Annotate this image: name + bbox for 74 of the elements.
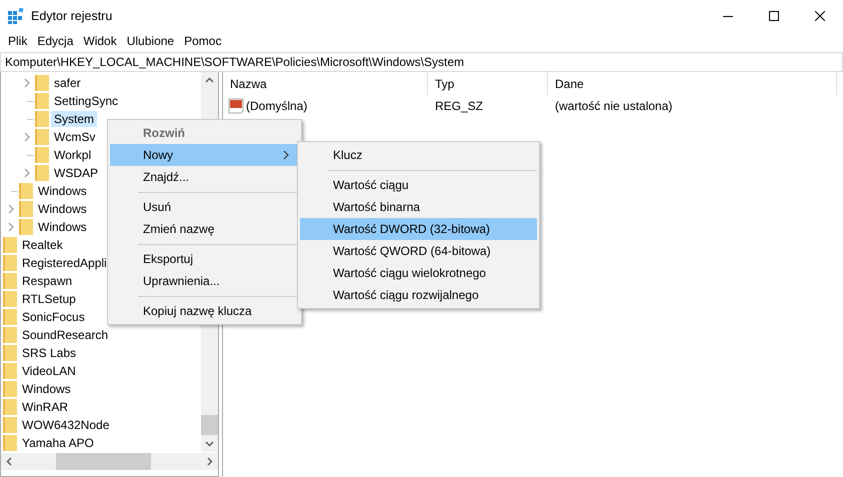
tree-item[interactable]: RTLSetup: [19, 291, 79, 307]
tree-item[interactable]: Windows: [35, 183, 90, 199]
folder-icon: [3, 273, 17, 289]
menu-item[interactable]: Wartość ciągu wielokrotnego: [300, 262, 537, 284]
tree-item[interactable]: Windows: [35, 201, 90, 217]
folder-icon: [19, 219, 33, 235]
folder-icon: [3, 327, 17, 343]
tree-item[interactable]: SonicFocus: [19, 309, 88, 325]
tree-item[interactable]: Respawn: [19, 273, 76, 289]
tree-item[interactable]: SRS Labs: [19, 345, 80, 361]
menu-item[interactable]: Wartość binarna: [300, 196, 537, 218]
menu-item[interactable]: Plik: [3, 34, 32, 48]
menu-item[interactable]: Ulubione: [122, 34, 180, 48]
scrollbar-thumb[interactable]: [201, 415, 218, 435]
menu-item[interactable]: Wartość QWORD (64-bitowa): [300, 240, 537, 262]
tree-item[interactable]: RegisteredAppli: [19, 255, 110, 271]
menu-item[interactable]: Uprawnienia...: [110, 270, 299, 292]
menu-item[interactable]: Wartość DWORD (32-bitowa): [300, 218, 537, 240]
folder-icon: [3, 237, 17, 253]
window-title: Edytor rejestru: [31, 8, 112, 22]
column-header[interactable]: Typ: [428, 72, 548, 96]
table-cell-text: REG_SZ: [434, 99, 484, 113]
tree-item[interactable]: Workpl: [51, 147, 94, 163]
tree-item[interactable]: safer: [51, 75, 84, 91]
tree-item[interactable]: SettingSync: [51, 93, 122, 109]
registry-icon: [8, 8, 24, 24]
scrollbar-thumb[interactable]: [56, 453, 151, 470]
folder-icon: [3, 309, 17, 325]
menu-item[interactable]: Kopiuj nazwę klucza: [110, 300, 299, 322]
folder-icon: [3, 255, 17, 271]
folder-icon: [35, 165, 49, 181]
close-icon[interactable]: [815, 10, 825, 20]
table-cell: (Domyślna): [246, 99, 308, 113]
folder-icon: [35, 147, 49, 163]
menu-item[interactable]: Widok: [78, 34, 122, 48]
table-cell-text: (wartość nie ustalona): [554, 99, 674, 113]
tree-item[interactable]: VideoLAN: [19, 363, 79, 379]
menu-item[interactable]: Eksportuj: [110, 248, 299, 270]
tree-item[interactable]: WOW6432Node: [19, 417, 112, 433]
folder-icon: [19, 183, 33, 199]
folder-icon: [3, 363, 17, 379]
column-header[interactable]: Dane: [548, 72, 837, 96]
folder-icon: [3, 381, 17, 397]
menu-item[interactable]: Wartość ciągu rozwijalnego: [300, 284, 537, 306]
folder-icon: [3, 435, 17, 451]
tree-item[interactable]: Windows: [19, 381, 74, 397]
menu-item[interactable]: Nowy: [110, 144, 299, 166]
menu-item[interactable]: Wartość ciągu: [300, 174, 537, 196]
address-field[interactable]: Komputer\HKEY_LOCAL_MACHINE\SOFTWARE\Policies\Microsoft\Windows\System: [0, 52, 843, 72]
tree-item[interactable]: SoundResearch: [19, 327, 112, 343]
folder-icon: [3, 291, 17, 307]
tree-item[interactable]: WcmSv: [51, 129, 98, 145]
tree-item[interactable]: Yamaha APO: [19, 435, 97, 451]
tree-item[interactable]: WinRAR: [19, 399, 72, 415]
menu-item[interactable]: Zmień nazwę: [110, 218, 299, 240]
folder-icon: [3, 417, 17, 433]
menu-item[interactable]: Usuń: [110, 196, 299, 218]
folder-icon: [35, 75, 49, 91]
menu-item[interactable]: Znajdź...: [110, 166, 299, 188]
menu-item[interactable]: Klucz: [300, 144, 537, 166]
folder-icon: [35, 111, 49, 127]
maximize-icon[interactable]: [769, 10, 779, 20]
menu-item[interactable]: Edycja: [32, 34, 78, 48]
folder-icon: [35, 93, 49, 109]
folder-icon: [3, 399, 17, 415]
folder-icon: [35, 129, 49, 145]
folder-icon: [19, 201, 33, 217]
folder-icon: [3, 345, 17, 361]
tree-item[interactable]: Realtek: [19, 237, 66, 253]
tree-item[interactable]: WSDAP: [51, 165, 102, 181]
tree-item[interactable]: Windows: [35, 219, 90, 235]
menu-item[interactable]: Pomoc: [179, 34, 226, 48]
column-header[interactable]: Nazwa: [223, 72, 428, 96]
tree-item[interactable]: System: [51, 111, 98, 127]
